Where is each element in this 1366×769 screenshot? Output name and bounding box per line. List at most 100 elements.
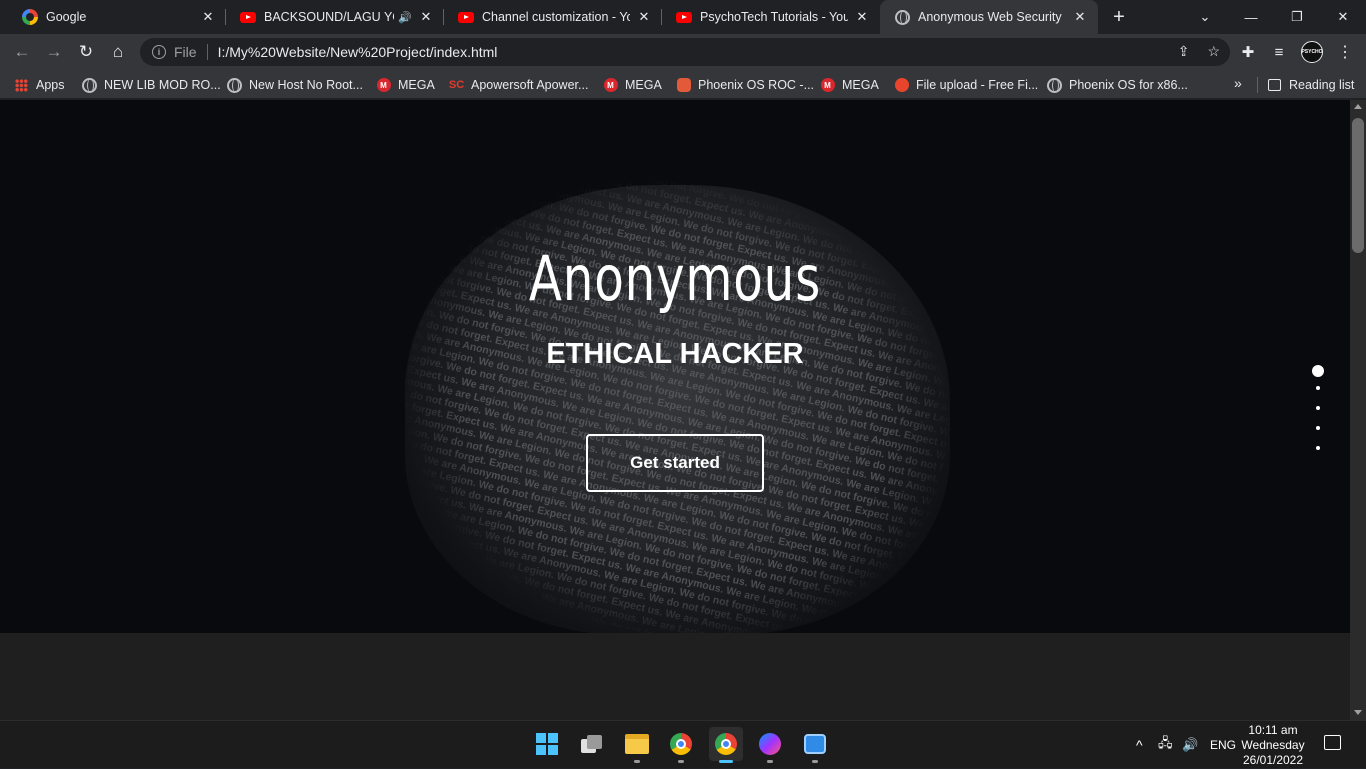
- page-viewport: We are Anonymous. We are Legion. We do n…: [0, 100, 1350, 720]
- messenger-icon: [759, 733, 781, 755]
- speaker-icon[interactable]: 🔊: [398, 11, 412, 24]
- page-scrollbar[interactable]: [1350, 100, 1366, 720]
- scroll-thumb[interactable]: [1352, 118, 1364, 253]
- reading-list-button[interactable]: Reading list: [1267, 75, 1354, 95]
- info-icon[interactable]: i: [152, 45, 166, 59]
- meet-now-button[interactable]: [798, 727, 832, 763]
- bookmark-new-host[interactable]: New Host No Root...: [227, 75, 363, 95]
- bookmark-label: Apps: [36, 78, 65, 92]
- extensions-icon[interactable]: ✚: [1234, 38, 1262, 66]
- close-window-button[interactable]: ✕: [1320, 0, 1366, 34]
- tab-google[interactable]: Google ✕: [8, 0, 226, 34]
- bookmark-apps[interactable]: Apps: [14, 75, 65, 95]
- tab-title: Google: [46, 10, 87, 24]
- back-arrow-icon[interactable]: ←: [8, 38, 36, 66]
- menu-kebab-icon[interactable]: ⋮: [1331, 38, 1359, 66]
- globe-icon: [894, 9, 910, 25]
- media-control-icon[interactable]: ≡: [1265, 38, 1293, 66]
- bookmark-phoenix-roc[interactable]: Phoenix OS ROC -...: [676, 75, 814, 95]
- language-indicator[interactable]: ENG: [1210, 721, 1236, 769]
- clock[interactable]: 10:11 am Wednesday 26/01/2022: [1240, 723, 1306, 768]
- tab-title: Channel customization - You: [482, 10, 630, 24]
- scroll-up-arrow-icon[interactable]: [1354, 104, 1362, 109]
- reload-icon[interactable]: ↻: [72, 38, 100, 66]
- slide-dot[interactable]: [1316, 386, 1320, 390]
- slide-dot[interactable]: [1316, 426, 1320, 430]
- bookmark-phoenix-x86[interactable]: Phoenix OS for x86...: [1047, 75, 1188, 95]
- close-icon[interactable]: ✕: [418, 9, 434, 25]
- task-view-button[interactable]: [575, 727, 609, 761]
- tab-psychotech[interactable]: PsychoTech Tutorials - YouTu ✕: [662, 0, 880, 34]
- close-icon[interactable]: ✕: [636, 9, 652, 25]
- bookmark-apowersoft[interactable]: SC Apowersoft Apower...: [448, 75, 589, 95]
- close-icon[interactable]: ✕: [854, 9, 870, 25]
- bookmark-label: NEW LIB MOD RO...: [104, 78, 221, 92]
- notification-icon[interactable]: [1324, 735, 1341, 750]
- hero-section: We are Anonymous. We are Legion. We do n…: [0, 100, 1350, 633]
- slide-dot[interactable]: [1316, 446, 1320, 450]
- slide-dot[interactable]: [1316, 406, 1320, 410]
- folder-icon: [625, 734, 649, 754]
- apowersoft-icon: SC: [448, 79, 465, 91]
- clock-day: Wednesday: [1241, 738, 1305, 752]
- globe-icon: [1047, 77, 1062, 93]
- url-text[interactable]: I:/My%20Website/New%20Project/index.html: [218, 44, 498, 60]
- globe-icon: [227, 77, 242, 93]
- bookmark-star-icon[interactable]: ☆: [1207, 43, 1220, 60]
- apps-icon: [14, 78, 29, 93]
- get-started-button[interactable]: Get started: [586, 434, 764, 492]
- file-explorer-button[interactable]: [620, 727, 654, 763]
- bookmark-label: Phoenix OS ROC -...: [698, 78, 815, 92]
- share-icon[interactable]: ⇪: [1178, 43, 1190, 60]
- mega-icon: M: [376, 78, 391, 93]
- close-icon[interactable]: ✕: [200, 9, 216, 25]
- task-view-icon: [581, 735, 603, 753]
- tab-title: BACKSOUND/LAGU YOU: [264, 10, 394, 24]
- bookmark-mega-2[interactable]: M MEGA: [603, 75, 662, 95]
- mega-icon: M: [603, 78, 618, 93]
- chrome-button[interactable]: [664, 727, 698, 763]
- tab-title: PsychoTech Tutorials - YouTu: [700, 10, 848, 24]
- tray-overflow-chevron-icon[interactable]: ^: [1136, 721, 1143, 769]
- maximize-button[interactable]: ❐: [1274, 0, 1320, 34]
- slide-dot[interactable]: [1312, 365, 1324, 377]
- upload-icon: [894, 78, 909, 93]
- globe-icon: [82, 77, 97, 93]
- bookmark-file-upload[interactable]: File upload - Free Fi...: [894, 75, 1038, 95]
- tab-search-button[interactable]: ⌄: [1182, 0, 1228, 34]
- tab-backsound[interactable]: BACKSOUND/LAGU YOU 🔊 ✕: [226, 0, 444, 34]
- bookmark-mega-3[interactable]: M MEGA: [820, 75, 879, 95]
- bookmarks-overflow-button[interactable]: »: [1234, 75, 1242, 91]
- profile-avatar[interactable]: PSYCHO: [1301, 41, 1323, 63]
- bookmark-label: Phoenix OS for x86...: [1069, 78, 1188, 92]
- chrome-profile-button[interactable]: [709, 727, 743, 763]
- volume-icon[interactable]: 🔊: [1182, 721, 1198, 769]
- clock-date: 26/01/2022: [1242, 753, 1304, 767]
- bookmark-new-lib-mod[interactable]: NEW LIB MOD RO...: [82, 75, 221, 95]
- bookmark-label: New Host No Root...: [249, 78, 363, 92]
- close-icon[interactable]: ✕: [1072, 9, 1088, 25]
- home-icon[interactable]: ⌂: [104, 38, 132, 66]
- reading-list-icon: [1267, 78, 1282, 93]
- address-bar[interactable]: i File I:/My%20Website/New%20Project/ind…: [140, 38, 1230, 66]
- chrome-profile-icon: [715, 733, 737, 755]
- minimize-button[interactable]: —: [1228, 0, 1274, 34]
- bookmark-label: MEGA: [842, 78, 879, 92]
- scroll-down-arrow-icon[interactable]: [1354, 710, 1362, 715]
- tab-anonymous-web-security[interactable]: Anonymous Web Security ✕: [880, 0, 1098, 34]
- messenger-button[interactable]: [753, 727, 787, 763]
- tab-channel-customization[interactable]: Channel customization - You ✕: [444, 0, 662, 34]
- bookmark-label: MEGA: [625, 78, 662, 92]
- forward-arrow-icon[interactable]: →: [40, 38, 68, 66]
- network-icon[interactable]: 🖧: [1158, 721, 1173, 769]
- start-button[interactable]: [530, 727, 564, 761]
- meet-icon: [804, 734, 826, 754]
- tab-title: Anonymous Web Security: [918, 10, 1062, 24]
- bookmarks-bar: Apps NEW LIB MOD RO... New Host No Root.…: [0, 70, 1366, 99]
- new-tab-button[interactable]: +: [1108, 6, 1130, 28]
- youtube-icon: [676, 9, 692, 25]
- google-icon: [22, 9, 38, 25]
- bookmark-mega-1[interactable]: M MEGA: [376, 75, 435, 95]
- browser-toolbar: ← → ↻ ⌂ i File I:/My%20Website/New%20Pro…: [0, 34, 1366, 70]
- phoenix-icon: [676, 78, 691, 93]
